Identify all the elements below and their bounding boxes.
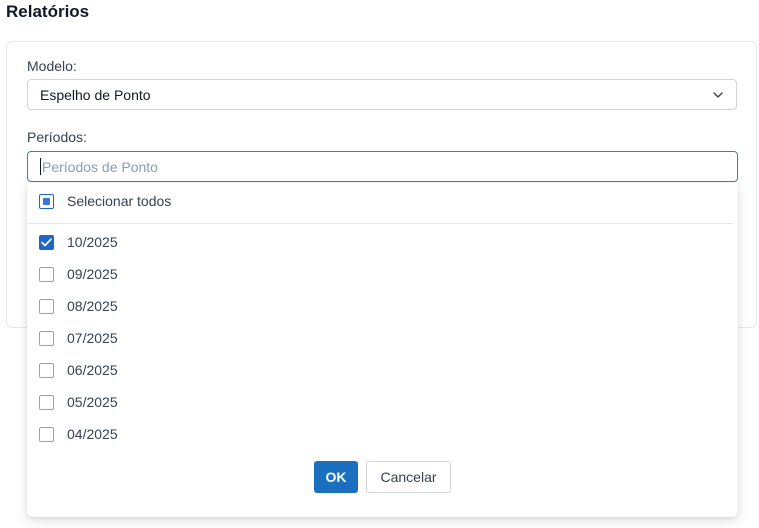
chevron-down-icon [712, 89, 724, 101]
modelo-select-value: Espelho de Ponto [40, 86, 151, 103]
period-checkbox[interactable] [39, 394, 54, 410]
period-option[interactable]: 09/2025 [39, 264, 118, 284]
periodos-multiselect[interactable] [27, 151, 738, 182]
period-label: 10/2025 [67, 234, 118, 250]
period-option[interactable]: 05/2025 [39, 392, 118, 412]
period-checkbox[interactable] [39, 362, 54, 378]
period-checkbox[interactable] [39, 330, 54, 346]
periodos-search-input[interactable] [42, 158, 642, 175]
period-label: 09/2025 [67, 266, 118, 282]
period-checkbox[interactable] [39, 298, 54, 314]
period-checkbox[interactable] [39, 266, 54, 282]
modelo-select[interactable]: Espelho de Ponto [27, 79, 737, 110]
period-option[interactable]: 08/2025 [39, 296, 118, 316]
period-option[interactable]: 07/2025 [39, 328, 118, 348]
dropdown-divider [27, 223, 734, 224]
select-all-label: Selecionar todos [67, 193, 172, 209]
period-label: 06/2025 [67, 362, 118, 378]
indeterminate-icon [43, 197, 50, 205]
cancel-button[interactable]: Cancelar [366, 461, 451, 493]
select-all-option[interactable]: Selecionar todos [39, 191, 171, 211]
periodos-dropdown: Selecionar todos 10/2025 09/2025 08/2025… [27, 183, 738, 517]
period-label: 08/2025 [67, 298, 118, 314]
period-checkbox[interactable] [39, 234, 54, 250]
text-caret [40, 158, 41, 175]
period-checkbox[interactable] [39, 426, 54, 442]
ok-button[interactable]: OK [314, 461, 358, 493]
period-label: 05/2025 [67, 394, 118, 410]
select-all-checkbox[interactable] [39, 193, 54, 209]
check-icon [41, 237, 52, 246]
period-label: 04/2025 [67, 426, 118, 442]
period-option[interactable]: 10/2025 [39, 232, 118, 252]
periodos-label: Períodos: [27, 129, 87, 145]
period-option[interactable]: 04/2025 [39, 424, 118, 444]
modelo-label: Modelo: [27, 58, 77, 74]
page-title: Relatórios [6, 2, 90, 21]
period-option[interactable]: 06/2025 [39, 360, 118, 380]
period-label: 07/2025 [67, 330, 118, 346]
